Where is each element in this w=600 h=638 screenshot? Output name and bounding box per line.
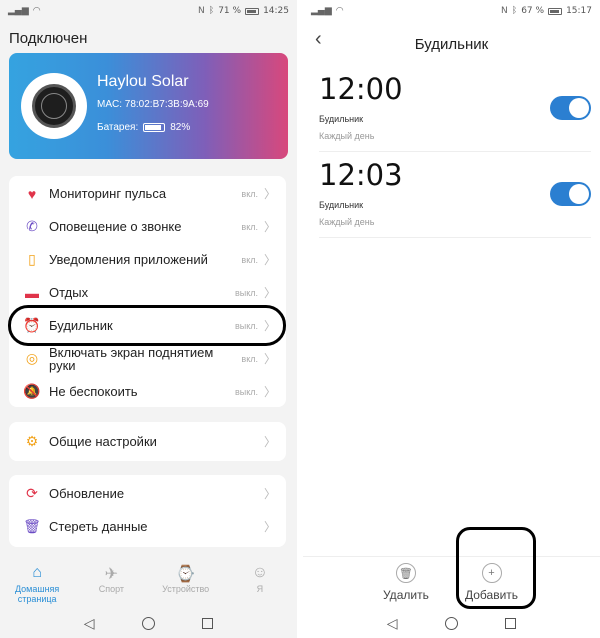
trash-icon: 🗑 [395,563,416,583]
alarm-time: 12:00 [319,72,403,106]
tab-me[interactable]: ☺ Я [223,560,297,608]
battery-icon [245,7,260,15]
device-battery: Батарея: 82% [97,122,190,133]
status-bar: ▂▄▆ ◠ N ᛒ 71 % 14:25 [0,0,297,22]
device-home-screen: ▂▄▆ ◠ N ᛒ 71 % 14:25 Подключен Haylou So… [0,0,297,638]
alarm-header: ‹ Будильник [303,22,600,66]
gear-icon: ⚙ [25,433,39,449]
battery-icon [143,123,166,132]
back-nav-icon[interactable]: ◁ [387,615,398,632]
device-battery-value: 82% [170,122,191,133]
alarm-action-bar: 🗑 Удалить + Добавить [303,556,600,608]
alarm-repeat: Каждый день [319,131,375,141]
device-battery-label: Батарея: [97,122,139,133]
home-icon: ⌂ [32,564,42,581]
alarm-item[interactable]: 12:00 Будильник Каждый день [319,66,591,152]
bluetooth-icon: ᛒ [511,6,518,16]
settings-list: ♥ Мониторинг пульса вкл. 〉 ✆ Оповещение … [9,176,286,407]
alarm-item[interactable]: 12:03 Будильник Каждый день [319,152,591,238]
bell-off-icon: 🔕 [23,383,41,399]
recents-nav-icon[interactable] [202,617,214,629]
settings-row-update[interactable]: ⟳ Обновление 〉 [9,477,286,510]
chevron-right-icon: 〉 [263,385,276,399]
settings-row-erase-data[interactable]: 🗑 Стереть данные 〉 [9,510,286,543]
chevron-right-icon: 〉 [263,435,276,449]
status-bar: ▂▄▆ ◠ N ᛒ 67 % 15:17 [303,0,600,22]
settings-row-raise-to-wake[interactable]: ◎ Включать экран поднятием руки вкл. 〉 [9,342,286,375]
highlight-annotation [8,305,286,346]
wifi-icon: ◠ [32,6,41,16]
nfc-icon: N [198,6,205,16]
signal-icon: ▂▄▆ [8,6,29,16]
alarm-toggle[interactable] [550,96,591,120]
chevron-right-icon: 〉 [263,352,276,366]
alarm-name: Будильник [319,114,364,124]
device-name: Haylou Solar [97,73,189,90]
system-nav-bar: ◁ [0,608,297,638]
battery-percent: 67 % [521,6,545,16]
general-settings-card: ⚙ Общие настройки 〉 [9,422,286,461]
recents-nav-icon[interactable] [505,617,517,629]
phone-icon: ✆ [26,218,38,234]
watch-image [21,73,87,139]
tab-sport[interactable]: ✈ Спорт [74,560,148,608]
settings-row-app-notifications[interactable]: ▯ Уведомления приложений вкл. 〉 [9,243,286,276]
chevron-right-icon: 〉 [263,220,276,234]
highlight-annotation [456,527,536,609]
run-icon: ✈ [104,566,119,583]
maintenance-card: ⟳ Обновление 〉 🗑 Стереть данные 〉 [9,475,286,547]
trash-icon: 🗑 [23,518,41,534]
battery-icon [548,7,563,15]
home-nav-icon[interactable] [444,616,458,630]
page-title: Будильник [414,35,489,53]
battery-percent: 71 % [218,6,242,16]
refresh-icon: ⟳ [26,485,38,501]
back-nav-icon[interactable]: ◁ [84,615,95,632]
chevron-right-icon: 〉 [263,253,276,267]
nfc-icon: N [501,6,508,16]
chevron-right-icon: 〉 [263,487,276,501]
heart-icon: ♥ [27,185,37,202]
device-card[interactable]: Haylou Solar MAC: 78:02:B7:3B:9A:69 Бата… [9,53,288,159]
clock: 14:25 [263,6,289,16]
chevron-right-icon: 〉 [263,520,276,534]
device-mac: MAC: 78:02:B7:3B:9A:69 [97,99,209,110]
settings-row-do-not-disturb[interactable]: 🔕 Не беспокоить выкл. 〉 [9,375,286,408]
alarm-screen: ▂▄▆ ◠ N ᛒ 67 % 15:17 ‹ Будильник 12:00 Б… [303,0,600,638]
settings-row-call-alert[interactable]: ✆ Оповещение о звонке вкл. 〉 [9,210,286,243]
system-nav-bar: ◁ [303,608,600,638]
wifi-icon: ◠ [335,6,344,16]
connection-status: Подключен [9,30,88,47]
raise-hand-icon: ◎ [25,350,39,366]
sofa-icon: ▬ [25,284,39,301]
alarm-toggle[interactable] [550,182,591,206]
signal-icon: ▂▄▆ [311,6,332,16]
tab-home[interactable]: ⌂ Домашняя страница [0,560,74,608]
band-icon: ⌚ [175,566,196,583]
clock: 15:17 [566,6,592,16]
bluetooth-icon: ᛒ [208,6,215,16]
person-icon: ☺ [251,564,269,581]
home-nav-icon[interactable] [141,616,155,630]
bottom-tab-bar: ⌂ Домашняя страница ✈ Спорт ⌚ Устройство… [0,560,297,608]
alarm-time: 12:03 [319,158,403,192]
alarm-repeat: Каждый день [319,217,375,227]
chevron-right-icon: 〉 [263,286,276,300]
chevron-right-icon: 〉 [263,187,276,201]
settings-row-heart-rate[interactable]: ♥ Мониторинг пульса вкл. 〉 [9,177,286,210]
phone-notification-icon: ▯ [28,251,36,267]
back-arrow-icon[interactable]: ‹ [315,28,322,51]
settings-row-general[interactable]: ⚙ Общие настройки 〉 [9,425,286,458]
alarm-name: Будильник [319,200,364,210]
tab-device[interactable]: ⌚ Устройство [149,560,223,608]
delete-button[interactable]: 🗑 Удалить [383,563,429,602]
